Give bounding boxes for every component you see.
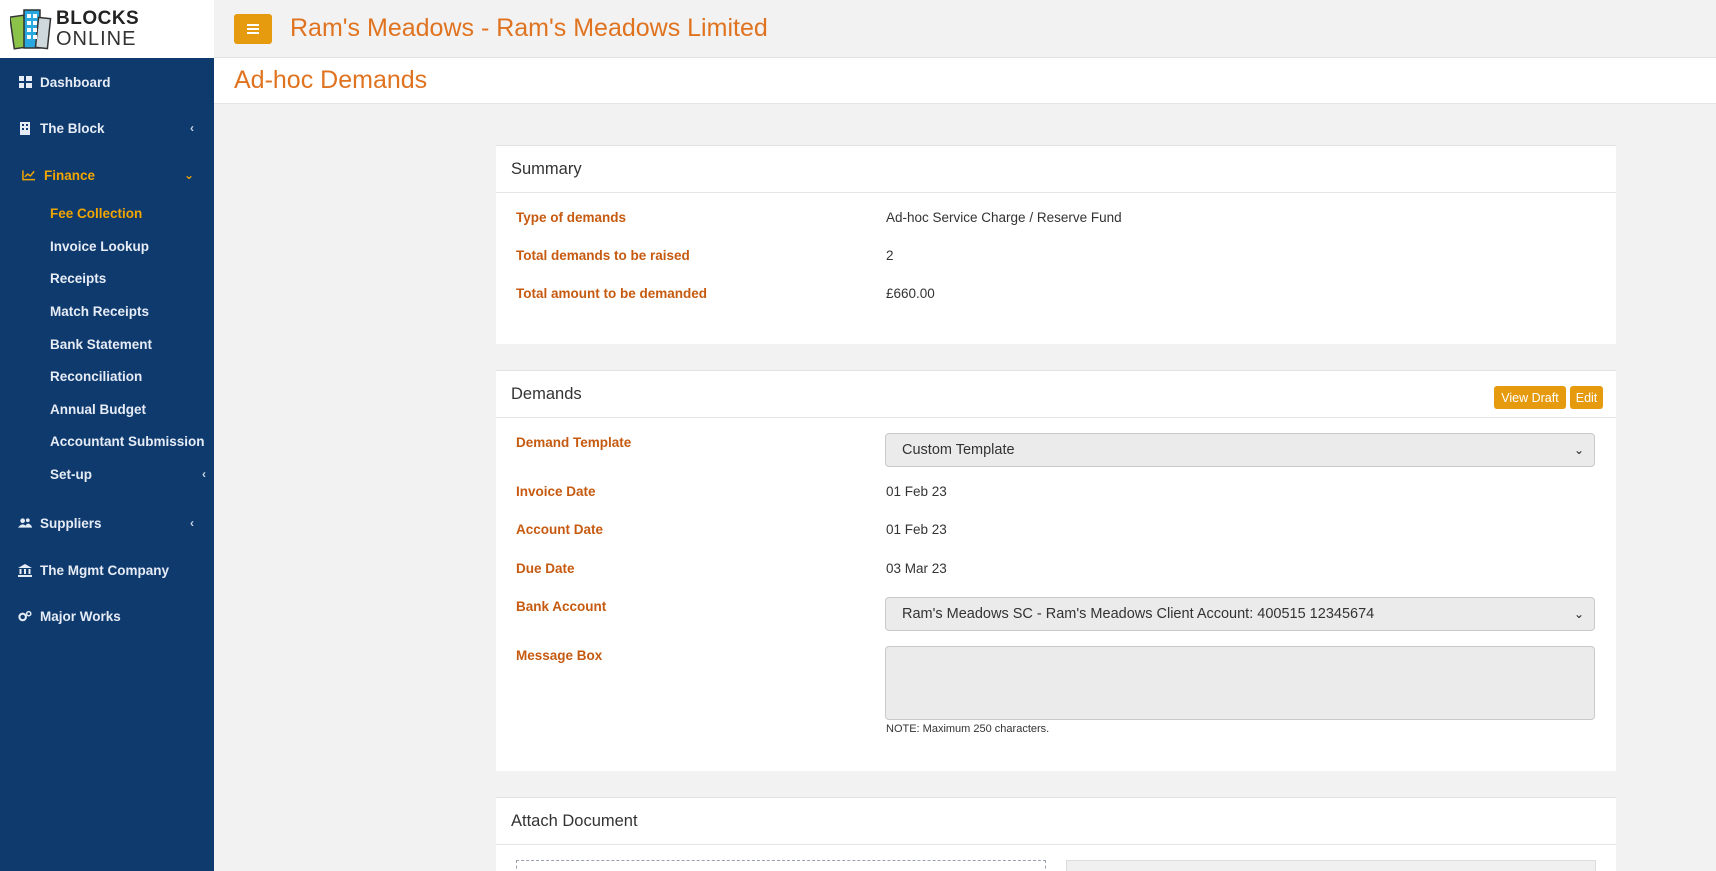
attached-files-area bbox=[1066, 860, 1596, 871]
view-draft-button[interactable]: View Draft bbox=[1494, 386, 1566, 409]
total-demands-value: 2 bbox=[886, 248, 894, 263]
chevron-left-icon: ‹ bbox=[190, 516, 194, 530]
sidebar-item-label: Finance bbox=[44, 167, 96, 183]
message-note: NOTE: Maximum 250 characters. bbox=[886, 723, 1050, 735]
hamburger-icon bbox=[247, 23, 259, 26]
sidebar-item-the-block[interactable]: The Block ‹ bbox=[0, 118, 214, 138]
message-box-label: Message Box bbox=[516, 648, 603, 663]
demands-title: Demands bbox=[511, 384, 582, 403]
bank-account-value: Ram's Meadows SC - Ram's Meadows Client … bbox=[902, 606, 1375, 622]
sidebar-item-label: Major Works bbox=[40, 608, 121, 624]
sidebar-subitem-set-up[interactable]: Set-up ‹ bbox=[0, 464, 214, 484]
sidebar-item-dashboard[interactable]: Dashboard bbox=[0, 72, 214, 92]
sidebar-item-label: Suppliers bbox=[40, 515, 102, 531]
attach-document-header: Attach Document bbox=[496, 798, 1616, 845]
type-of-demands-label: Type of demands bbox=[516, 210, 627, 225]
bank-icon bbox=[18, 563, 32, 577]
page-title: Ad-hoc Demands bbox=[234, 66, 428, 94]
logo[interactable]: BLOCKS ONLINE bbox=[0, 0, 214, 58]
logo-buildings-icon bbox=[8, 6, 52, 52]
message-box-textarea[interactable] bbox=[885, 646, 1595, 720]
sidebar-item-label: The Mgmt Company bbox=[40, 562, 170, 578]
demand-template-label: Demand Template bbox=[516, 435, 632, 450]
file-drop-zone[interactable] bbox=[516, 860, 1046, 871]
demand-template-select[interactable]: Custom Template ⌄ bbox=[885, 433, 1595, 467]
chevron-left-icon: ‹ bbox=[190, 121, 194, 135]
sidebar-item-major-works[interactable]: Major Works bbox=[0, 606, 214, 626]
top-header: Ram's Meadows - Ram's Meadows Limited bbox=[214, 0, 1716, 58]
sidebar-item-finance[interactable]: Finance ⌄ bbox=[0, 165, 214, 185]
page-header: Ad-hoc Demands bbox=[214, 58, 1716, 104]
chevron-left-icon: ‹ bbox=[202, 467, 206, 481]
sidebar: BLOCKS ONLINE Dashboard The Block ‹ Fina… bbox=[0, 0, 214, 871]
sidebar-subitem-fee-collection[interactable]: Fee Collection bbox=[0, 203, 214, 223]
site-title: Ram's Meadows - Ram's Meadows Limited bbox=[290, 14, 768, 42]
logo-line2: ONLINE bbox=[56, 28, 137, 50]
sidebar-subitem-label: Reconciliation bbox=[50, 368, 143, 384]
sidebar-subitem-label: Set-up bbox=[50, 466, 92, 482]
chevron-down-icon: ⌄ bbox=[183, 168, 194, 182]
sidebar-subitem-accountant-submission[interactable]: Accountant Submission bbox=[0, 431, 214, 451]
edit-button[interactable]: Edit bbox=[1570, 386, 1603, 409]
building-icon bbox=[18, 121, 32, 135]
attach-document-panel: Attach Document bbox=[496, 797, 1616, 871]
bank-account-label: Bank Account bbox=[516, 599, 607, 614]
chevron-down-icon: ⌄ bbox=[1573, 607, 1584, 621]
demands-header: Demands View Draft Edit bbox=[496, 371, 1616, 418]
summary-panel: Summary Type of demands Ad-hoc Service C… bbox=[496, 145, 1616, 344]
account-date-label: Account Date bbox=[516, 522, 604, 537]
sidebar-subitem-label: Invoice Lookup bbox=[50, 238, 150, 254]
sidebar-subitem-bank-statement[interactable]: Bank Statement bbox=[0, 334, 214, 354]
users-icon bbox=[18, 516, 32, 530]
sidebar-item-mgmt-company[interactable]: The Mgmt Company bbox=[0, 560, 214, 580]
sidebar-subitem-label: Bank Statement bbox=[50, 336, 153, 352]
type-of-demands-value: Ad-hoc Service Charge / Reserve Fund bbox=[886, 210, 1122, 225]
invoice-date-value: 01 Feb 23 bbox=[886, 484, 947, 499]
menu-toggle-button[interactable] bbox=[234, 13, 272, 44]
sidebar-subitem-label: Accountant Submission bbox=[50, 433, 205, 449]
demand-template-value: Custom Template bbox=[902, 442, 1015, 458]
total-amount-value: £660.00 bbox=[886, 286, 935, 301]
dashboard-icon bbox=[18, 75, 32, 89]
summary-title: Summary bbox=[511, 159, 582, 178]
logo-line1: BLOCKS bbox=[56, 8, 140, 29]
sidebar-item-label: Dashboard bbox=[40, 74, 111, 90]
demands-panel: Demands View Draft Edit Demand Template … bbox=[496, 370, 1616, 771]
sidebar-subitem-label: Match Receipts bbox=[50, 303, 150, 319]
sidebar-subitem-match-receipts[interactable]: Match Receipts bbox=[0, 301, 214, 321]
sidebar-subitem-label: Annual Budget bbox=[50, 401, 146, 417]
sidebar-subitem-invoice-lookup[interactable]: Invoice Lookup bbox=[0, 236, 214, 256]
due-date-value: 03 Mar 23 bbox=[886, 561, 947, 576]
sidebar-item-label: The Block bbox=[40, 120, 105, 136]
sidebar-subitem-receipts[interactable]: Receipts bbox=[0, 268, 214, 288]
cogs-icon bbox=[18, 609, 32, 623]
bank-account-select[interactable]: Ram's Meadows SC - Ram's Meadows Client … bbox=[885, 597, 1595, 631]
invoice-date-label: Invoice Date bbox=[516, 484, 596, 499]
attach-document-title: Attach Document bbox=[511, 811, 638, 830]
total-amount-label: Total amount to be demanded bbox=[516, 286, 708, 301]
summary-header: Summary bbox=[496, 146, 1616, 193]
chart-line-icon bbox=[22, 168, 36, 182]
sidebar-subitem-reconciliation[interactable]: Reconciliation bbox=[0, 366, 214, 386]
sidebar-subitem-label: Receipts bbox=[50, 270, 107, 286]
sidebar-subitem-label: Fee Collection bbox=[50, 205, 143, 221]
due-date-label: Due Date bbox=[516, 561, 575, 576]
chevron-down-icon: ⌄ bbox=[1573, 443, 1584, 457]
sidebar-item-suppliers[interactable]: Suppliers ‹ bbox=[0, 513, 214, 533]
account-date-value: 01 Feb 23 bbox=[886, 522, 947, 537]
sidebar-subitem-annual-budget[interactable]: Annual Budget bbox=[0, 399, 214, 419]
total-demands-label: Total demands to be raised bbox=[516, 248, 690, 263]
